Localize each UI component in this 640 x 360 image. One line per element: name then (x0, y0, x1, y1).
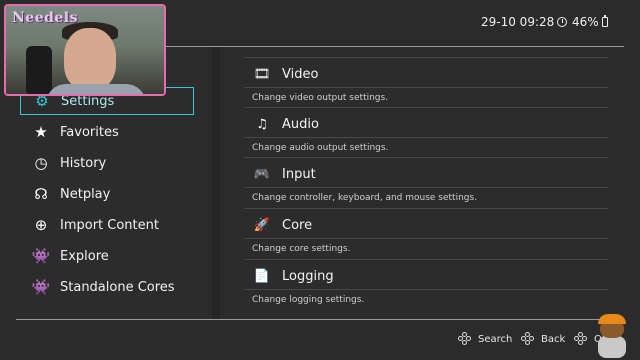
entry-label: Video (282, 66, 319, 82)
battery-text: 46% (572, 15, 599, 29)
dpad-button-icon (521, 332, 535, 346)
entry-description: Change logging settings. (252, 295, 365, 305)
clock-icon (557, 17, 568, 27)
monkey-mascot-icon (590, 314, 634, 360)
divider (244, 157, 608, 158)
entry-description: Change audio output settings. (252, 143, 389, 153)
microphone (26, 46, 52, 94)
streamer-shirt (46, 84, 146, 94)
entry-label: Logging (282, 268, 334, 284)
search-hint-label: Search (478, 333, 513, 345)
history-icon: ◷ (34, 154, 48, 172)
settings-entry-core[interactable]: 🚀 Core Change core settings. (244, 208, 608, 258)
dpad-button-icon (574, 332, 588, 346)
footer-hints: Search Back OK (0, 320, 640, 360)
headset-icon: ☊ (34, 185, 48, 203)
sidebar-item-label: Netplay (60, 186, 111, 202)
plus-icon: ⊕ (34, 216, 48, 234)
entry-description: Change video output settings. (252, 93, 389, 103)
divider (244, 238, 608, 239)
back-hint[interactable]: Back (521, 332, 565, 346)
invader-icon: 👾 (31, 278, 51, 296)
sidebar-item-favorites[interactable]: ★ Favorites (20, 118, 194, 146)
entry-label: Audio (282, 116, 319, 132)
sidebar-item-explore[interactable]: 👾 Explore (20, 242, 194, 270)
entry-label: Input (282, 166, 316, 182)
mascot-body (598, 336, 626, 358)
battery-icon (601, 15, 608, 27)
sidebar-item-label: Import Content (60, 217, 159, 233)
back-hint-label: Back (541, 333, 566, 345)
sidebar-item-history[interactable]: ◷ History (20, 149, 194, 177)
webcam-overlay: Needels (4, 4, 166, 96)
streamer-face (64, 28, 116, 90)
divider (244, 208, 608, 209)
entry-label: Core (282, 217, 313, 233)
sidebar-item-label: History (60, 155, 107, 171)
sidebar-item-label: Explore (60, 248, 109, 264)
star-icon: ★ (34, 123, 48, 141)
mascot-cap (598, 314, 626, 324)
datetime-text: 29-10 09:28 (481, 15, 555, 29)
music-note-icon: ♫ (256, 116, 268, 132)
gamepad-icon: 🎮 (253, 166, 271, 182)
search-hint[interactable]: Search (458, 332, 512, 346)
sidebar-item-label: Favorites (60, 124, 119, 140)
divider (244, 137, 608, 138)
sidebar-item-import-content[interactable]: ⊕ Import Content (20, 211, 194, 239)
sidebar-item-netplay[interactable]: ☊ Netplay (20, 180, 194, 208)
settings-entry-audio[interactable]: ♫ Audio Change audio output settings. (244, 107, 608, 157)
divider (244, 259, 608, 260)
divider (244, 87, 608, 88)
film-icon: 🎞 (253, 66, 271, 82)
retroarch-screen: 29-10 09:28 46% ⚙ Settings ★ Favorites ◷… (0, 0, 640, 360)
settings-list: 🎞 Video Change video output settings. ♫ … (220, 47, 640, 319)
settings-entry-input[interactable]: 🎮 Input Change controller, keyboard, and… (244, 157, 608, 207)
sidebar-separator (212, 47, 220, 319)
sidebar-item-label: Standalone Cores (60, 279, 175, 295)
invader-icon: 👾 (31, 247, 51, 265)
settings-entry-logging[interactable]: 📄 Logging Change logging settings. (244, 259, 608, 309)
sidebar-item-standalone-cores[interactable]: 👾 Standalone Cores (20, 273, 194, 301)
dpad-button-icon (458, 332, 472, 346)
rocket-icon: 🚀 (253, 217, 271, 233)
entry-description: Change core settings. (252, 244, 351, 254)
entry-description: Change controller, keyboard, and mouse s… (252, 193, 478, 203)
divider (244, 57, 608, 58)
clock: 29-10 09:28 (481, 15, 568, 29)
file-icon: 📄 (253, 268, 271, 284)
divider (244, 289, 608, 290)
battery-status: 46% (572, 15, 608, 29)
divider (244, 187, 608, 188)
settings-entry-video[interactable]: 🎞 Video Change video output settings. (244, 57, 608, 107)
divider (244, 107, 608, 108)
streamer-name-tag: Needels (12, 10, 79, 26)
